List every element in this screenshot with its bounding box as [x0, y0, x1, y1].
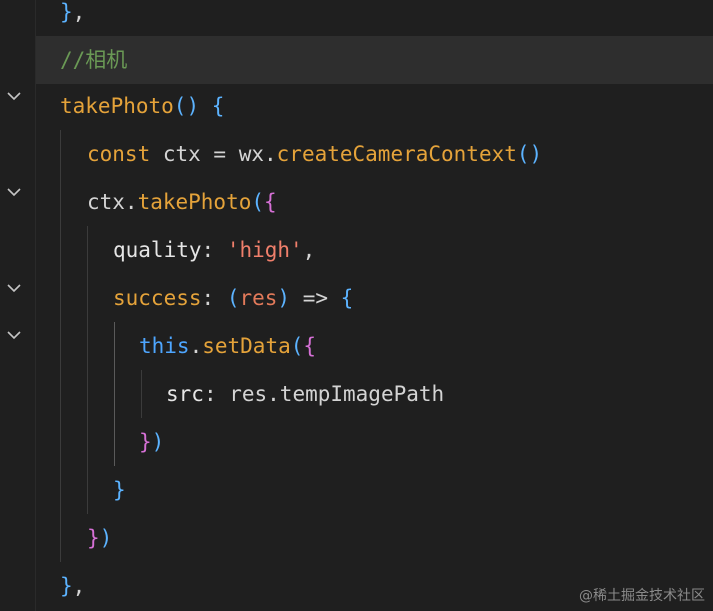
code-token: ctx = wx.: [150, 142, 277, 166]
fold-chevron-icon[interactable]: [4, 325, 24, 345]
code-token: 'high': [226, 238, 303, 262]
code-token: {: [264, 190, 277, 214]
code-token: setData: [202, 334, 291, 358]
code-token: ctx.: [87, 190, 138, 214]
line-text: }): [87, 514, 112, 562]
code-token: }: [139, 430, 152, 454]
code-token: }: [87, 526, 100, 550]
code-token: (: [290, 334, 304, 358]
code-line[interactable]: }: [36, 466, 713, 514]
code-token: takePhoto: [137, 190, 252, 214]
code-editor[interactable]: }, //相机 takePhoto() { const ctx = wx.cre…: [36, 0, 713, 611]
code-token: }: [60, 0, 73, 24]
code-token: src: [166, 382, 204, 406]
code-token: res: [239, 286, 278, 310]
code-token: :: [201, 286, 227, 310]
code-token: ,: [72, 574, 86, 598]
code-token: //相机: [60, 48, 128, 72]
fold-chevron-icon[interactable]: [4, 182, 24, 202]
fold-chevron-icon[interactable]: [4, 86, 24, 106]
line-text: }: [113, 466, 126, 514]
code-token: ): [99, 526, 113, 550]
code-token: takePhoto: [60, 94, 174, 118]
code-line[interactable]: this.setData({: [36, 322, 713, 370]
code-token: .: [189, 334, 203, 358]
code-line[interactable]: }): [36, 514, 713, 562]
code-token: ): [277, 286, 291, 310]
watermark-text: @稀土掘金技术社区: [579, 588, 705, 604]
code-token: (: [251, 190, 265, 214]
line-text: }): [139, 418, 164, 466]
code-token: {: [211, 94, 225, 118]
code-token: }: [60, 574, 73, 598]
code-token: const: [87, 142, 151, 166]
line-text: takePhoto() {: [60, 82, 224, 130]
code-line[interactable]: takePhoto() {: [36, 82, 713, 130]
line-text: quality: 'high',: [113, 226, 315, 274]
code-token: {: [340, 286, 354, 310]
line-text: src: res.tempImagePath: [166, 370, 444, 418]
code-token: ,: [302, 238, 316, 262]
code-token: : res.tempImagePath: [203, 382, 445, 406]
fold-chevron-icon[interactable]: [4, 278, 24, 298]
code-token: (): [173, 94, 200, 118]
code-line[interactable]: }): [36, 418, 713, 466]
code-token: (): [516, 142, 543, 166]
code-token: :: [201, 238, 227, 262]
code-line-current[interactable]: //相机: [36, 36, 713, 84]
code-token: createCameraContext: [276, 142, 517, 166]
editor-gutter: [0, 0, 36, 611]
code-token: }: [113, 478, 126, 502]
code-line[interactable]: quality: 'high',: [36, 226, 713, 274]
line-text: success: (res) => {: [113, 274, 353, 322]
line-text: },: [60, 562, 85, 610]
code-token: this: [139, 334, 190, 358]
code-token: (: [226, 286, 240, 310]
line-text: },: [60, 0, 85, 36]
code-token: success: [113, 286, 202, 310]
code-line[interactable]: const ctx = wx.createCameraContext(): [36, 130, 713, 178]
line-text: const ctx = wx.createCameraContext(): [87, 130, 542, 178]
code-token: ,: [72, 0, 86, 24]
line-text: this.setData({: [139, 322, 316, 370]
code-line[interactable]: },: [36, 0, 713, 36]
line-text: //相机: [60, 36, 127, 84]
line-text: ctx.takePhoto({: [87, 178, 277, 226]
code-line[interactable]: src: res.tempImagePath: [36, 370, 713, 418]
code-line[interactable]: ctx.takePhoto({: [36, 178, 713, 226]
code-line[interactable]: success: (res) => {: [36, 274, 713, 322]
code-token: ): [151, 430, 165, 454]
code-token: quality: [113, 238, 202, 262]
code-token: =>: [290, 286, 341, 310]
code-token: {: [303, 334, 317, 358]
